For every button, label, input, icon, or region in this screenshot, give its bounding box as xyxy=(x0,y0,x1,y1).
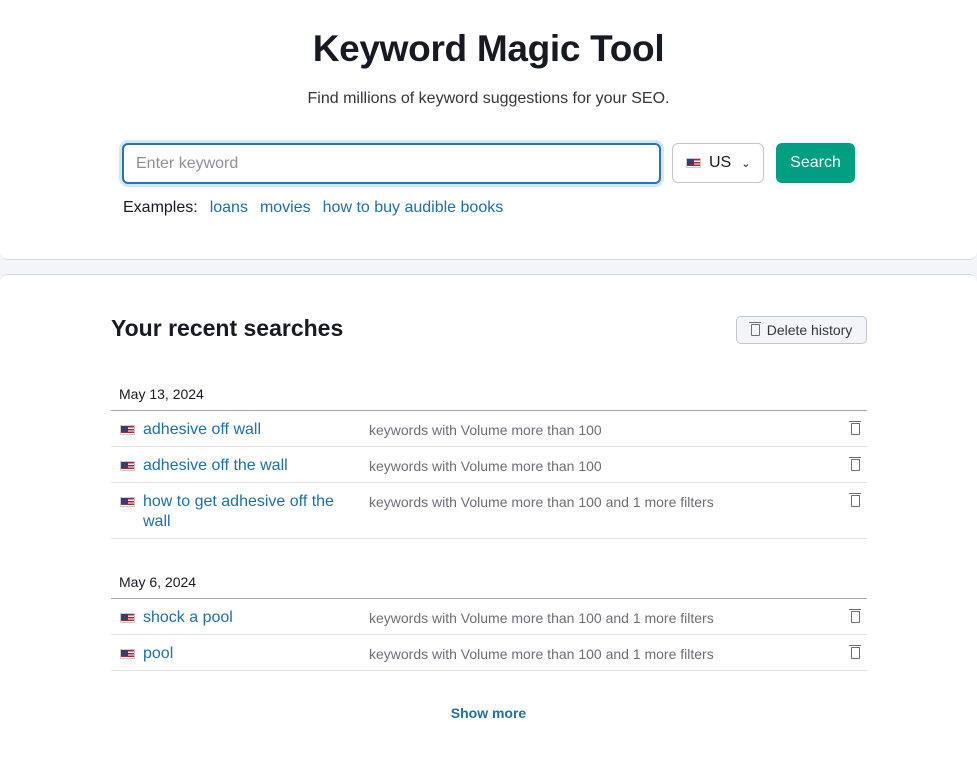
show-more-link[interactable]: Show more xyxy=(0,705,977,721)
list-item: adhesive off the wall keywords with Volu… xyxy=(111,447,867,483)
search-group-may-6: May 6, 2024 shock a pool keywords with V… xyxy=(111,565,867,671)
search-panel: Keyword Magic Tool Find millions of keyw… xyxy=(0,0,977,260)
recent-filter-desc: keywords with Volume more than 100 xyxy=(369,458,602,474)
chevron-down-icon: ⌄ xyxy=(741,157,751,170)
recent-keyword-link[interactable]: shock a pool xyxy=(143,608,363,628)
example-link-loans[interactable]: loans xyxy=(210,199,248,217)
examples-row: Examples: loans movies how to buy audibl… xyxy=(123,199,503,217)
page-title: Keyword Magic Tool xyxy=(312,28,665,69)
example-link-movies[interactable]: movies xyxy=(260,199,311,217)
trash-icon[interactable] xyxy=(849,644,861,659)
list-item: shock a pool keywords with Volume more t… xyxy=(111,599,867,635)
us-flag-icon xyxy=(120,497,135,507)
us-flag-icon xyxy=(120,613,135,623)
list-item: how to get adhesive off the wall keyword… xyxy=(111,483,867,539)
delete-history-button[interactable]: Delete history xyxy=(736,316,867,344)
database-select[interactable]: US ⌄ xyxy=(672,143,764,183)
delete-history-label: Delete history xyxy=(766,322,853,338)
recent-filter-desc: keywords with Volume more than 100 and 1… xyxy=(369,646,714,662)
us-flag-icon xyxy=(120,461,135,471)
examples-label: Examples: xyxy=(123,199,198,216)
group-date: May 13, 2024 xyxy=(111,377,867,411)
trash-icon[interactable] xyxy=(849,492,861,507)
recent-keyword-link[interactable]: pool xyxy=(143,644,363,664)
recent-keyword-link[interactable]: adhesive off the wall xyxy=(143,456,363,476)
page-subtitle: Find millions of keyword suggestions for… xyxy=(307,90,670,107)
recent-keyword-link[interactable]: adhesive off wall xyxy=(143,420,363,440)
group-date: May 6, 2024 xyxy=(111,565,867,599)
search-group-may-13: May 13, 2024 adhesive off wall keywords … xyxy=(111,377,867,539)
recent-searches-title: Your recent searches xyxy=(111,315,344,341)
list-item: pool keywords with Volume more than 100 … xyxy=(111,635,867,671)
database-label: US xyxy=(709,154,732,171)
recent-filter-desc: keywords with Volume more than 100 xyxy=(369,422,602,438)
recent-filter-desc: keywords with Volume more than 100 and 1… xyxy=(369,494,714,510)
trash-icon xyxy=(748,321,761,336)
recent-keyword-link[interactable]: how to get adhesive off the wall xyxy=(143,492,363,532)
search-button[interactable]: Search xyxy=(776,143,855,183)
list-item: adhesive off wall keywords with Volume m… xyxy=(111,411,867,447)
recent-filter-desc: keywords with Volume more than 100 and 1… xyxy=(369,610,714,626)
us-flag-icon xyxy=(686,158,701,168)
trash-icon[interactable] xyxy=(849,608,861,623)
us-flag-icon xyxy=(120,649,135,659)
keyword-input[interactable] xyxy=(122,143,661,184)
recent-searches-panel: Your recent searches Delete history May … xyxy=(0,274,977,767)
us-flag-icon xyxy=(120,425,135,435)
trash-icon[interactable] xyxy=(849,420,861,435)
trash-icon[interactable] xyxy=(849,456,861,471)
example-link-audible-books[interactable]: how to buy audible books xyxy=(323,199,504,217)
